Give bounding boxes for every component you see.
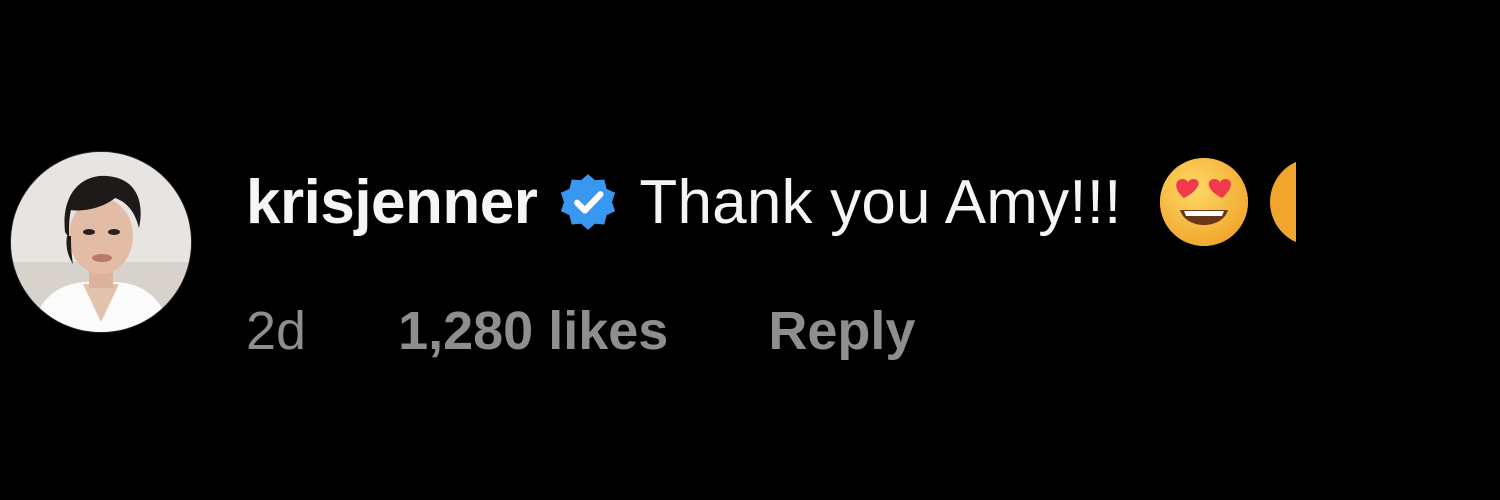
comment-text: Thank you Amy!!! (639, 167, 1122, 237)
timestamp: 2d (246, 301, 307, 361)
comment-line: krisjenner Thank you Amy!!! (246, 158, 1296, 246)
heart-eyes-emoji-icon (1266, 154, 1296, 250)
verified-badge-icon (557, 171, 619, 233)
avatar-image (11, 152, 191, 332)
reply-button[interactable]: Reply (768, 300, 915, 362)
comment-meta: 2d 1,280 likes Reply (246, 296, 915, 366)
avatar[interactable] (11, 152, 191, 332)
likes-count[interactable]: 1,280 likes (398, 300, 668, 362)
comment: krisjenner Thank you Amy!!! 2d 1,280 lik… (0, 0, 1500, 500)
heart-eyes-emoji-icon (1156, 154, 1252, 250)
username[interactable]: krisjenner (246, 167, 538, 238)
